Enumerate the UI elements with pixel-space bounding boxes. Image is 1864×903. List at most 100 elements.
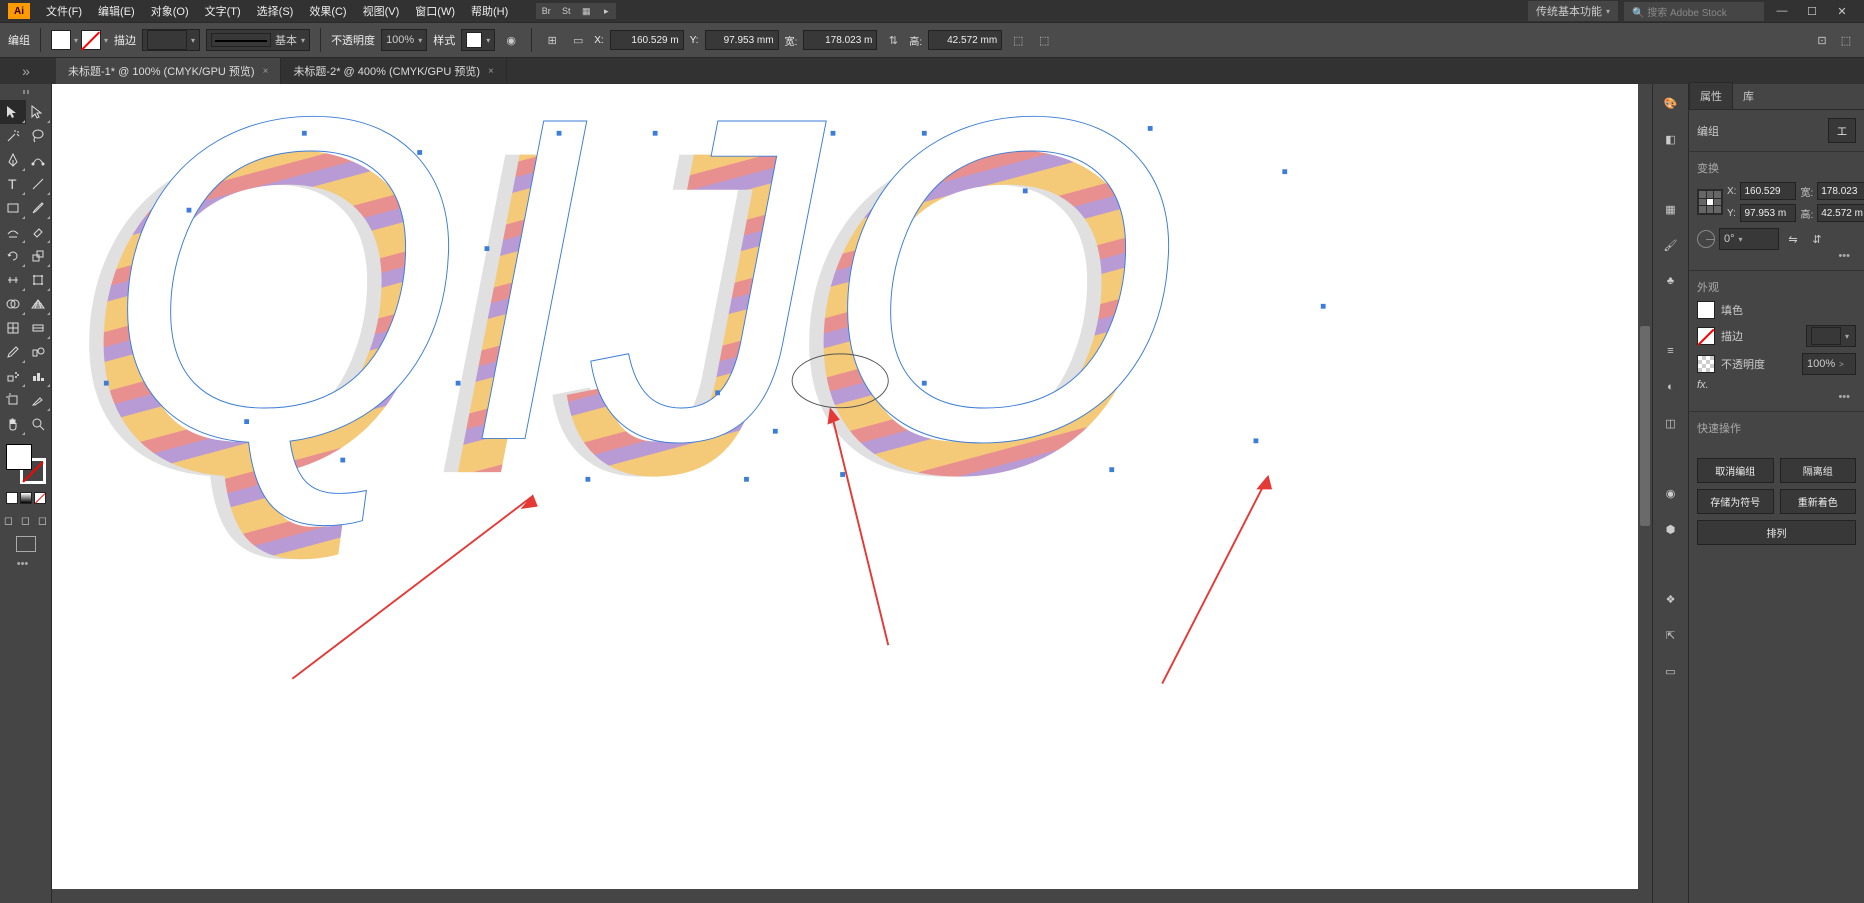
color-guide-panel-icon[interactable]: ◧ bbox=[1660, 128, 1682, 150]
artboards-panel-icon[interactable]: ▭ bbox=[1660, 660, 1682, 682]
stroke-profile-dropdown[interactable]: 基本▾ bbox=[206, 29, 310, 51]
scale-tool[interactable] bbox=[26, 244, 52, 268]
perspective-grid-tool[interactable] bbox=[26, 292, 52, 316]
stroke-panel-icon[interactable]: ≡ bbox=[1660, 340, 1682, 362]
arrange-docs-button[interactable]: ▦ bbox=[576, 3, 596, 19]
draw-inside-icon[interactable]: ◻ bbox=[34, 510, 51, 530]
tabs-chevron-icon[interactable]: » bbox=[22, 63, 30, 79]
menu-view[interactable]: 视图(V) bbox=[355, 0, 408, 22]
scrollbar-thumb[interactable] bbox=[1640, 326, 1650, 526]
menu-type[interactable]: 文字(T) bbox=[197, 0, 249, 22]
recolor-icon[interactable]: ◉ bbox=[501, 30, 521, 50]
close-button[interactable]: ✕ bbox=[1830, 2, 1854, 20]
artboard-tool[interactable] bbox=[0, 388, 26, 412]
shape-mode-icon[interactable]: ⬚ bbox=[1008, 30, 1028, 50]
flip-vertical-icon[interactable]: ⇵ bbox=[1807, 229, 1827, 249]
brushes-panel-icon[interactable]: 🖌 bbox=[1660, 234, 1682, 256]
width-tool[interactable] bbox=[0, 268, 26, 292]
isolate-group-button[interactable]: 隔离组 bbox=[1780, 458, 1857, 483]
minimize-button[interactable]: — bbox=[1770, 2, 1794, 20]
shaper-tool[interactable] bbox=[0, 220, 26, 244]
appearance-panel-icon[interactable]: ◉ bbox=[1660, 482, 1682, 504]
edit-contents-icon[interactable]: ⬚ bbox=[1836, 30, 1856, 50]
graphic-styles-panel-icon[interactable]: ⬢ bbox=[1660, 518, 1682, 540]
h-input[interactable] bbox=[928, 30, 1002, 50]
eyedropper-tool[interactable] bbox=[0, 340, 26, 364]
x-input[interactable] bbox=[610, 30, 684, 50]
magic-wand-tool[interactable] bbox=[0, 124, 26, 148]
opacity-dropdown[interactable]: 100%> bbox=[1802, 353, 1856, 375]
draw-behind-icon[interactable]: ◻ bbox=[17, 510, 34, 530]
search-stock-input[interactable]: 🔍 搜索 Adobe Stock bbox=[1624, 2, 1764, 21]
y-input[interactable] bbox=[705, 30, 779, 50]
pen-tool[interactable] bbox=[0, 148, 26, 172]
chevron-down-icon[interactable]: ▾ bbox=[74, 36, 78, 45]
fill-indicator[interactable] bbox=[6, 444, 32, 470]
transform-icon[interactable]: ▭ bbox=[568, 30, 588, 50]
stroke-weight-dropdown[interactable]: ▾ bbox=[142, 29, 200, 51]
gradient-tool[interactable] bbox=[26, 316, 52, 340]
stock-button[interactable]: St bbox=[556, 3, 576, 19]
align-icon[interactable]: ⊞ bbox=[542, 30, 562, 50]
h-input[interactable] bbox=[1817, 204, 1864, 222]
shape-builder-tool[interactable] bbox=[0, 292, 26, 316]
bridge-button[interactable]: Br bbox=[536, 3, 556, 19]
close-icon[interactable]: × bbox=[263, 66, 269, 77]
w-input[interactable] bbox=[1817, 182, 1864, 200]
workspace-dropdown[interactable]: 传统基本功能 ▾ bbox=[1528, 1, 1618, 21]
type-tool[interactable]: T bbox=[0, 172, 26, 196]
stroke-weight-dropdown[interactable]: ▾ bbox=[1806, 325, 1856, 347]
stroke-swatch[interactable] bbox=[1697, 327, 1715, 345]
column-graph-tool[interactable] bbox=[26, 364, 52, 388]
rotate-dropdown[interactable]: 0°▾ bbox=[1719, 228, 1779, 250]
fx-button[interactable]: fx. bbox=[1697, 379, 1709, 391]
eraser-tool[interactable] bbox=[26, 220, 52, 244]
selection-tool[interactable] bbox=[0, 100, 26, 124]
gradient-panel-icon[interactable]: ◐ bbox=[1660, 376, 1682, 398]
stroke-swatch[interactable] bbox=[81, 30, 101, 50]
transform-panel-button[interactable]: 工 bbox=[1828, 118, 1856, 143]
isolate-icon[interactable]: ⊡ bbox=[1812, 30, 1832, 50]
reference-point-selector[interactable] bbox=[1697, 189, 1723, 215]
asset-export-panel-icon[interactable]: ⇱ bbox=[1660, 624, 1682, 646]
canvas-area[interactable]: QIJO QIJO QIJO bbox=[52, 84, 1652, 903]
transparency-panel-icon[interactable]: ◫ bbox=[1660, 412, 1682, 434]
color-mode-icon[interactable] bbox=[6, 492, 18, 504]
maximize-button[interactable]: ☐ bbox=[1800, 2, 1824, 20]
document-tab[interactable]: 未标题-1* @ 100% (CMYK/GPU 预览) × bbox=[56, 58, 281, 84]
y-input[interactable] bbox=[1740, 204, 1796, 222]
artwork[interactable]: QIJO QIJO QIJO bbox=[52, 84, 1638, 889]
fill-stroke-indicator[interactable] bbox=[6, 444, 46, 484]
symbol-sprayer-tool[interactable] bbox=[0, 364, 26, 388]
x-input[interactable] bbox=[1740, 182, 1796, 200]
edit-toolbar-button[interactable]: ••• bbox=[0, 558, 51, 570]
ungroup-button[interactable]: 取消编组 bbox=[1697, 458, 1774, 483]
symbols-panel-icon[interactable]: ♣ bbox=[1660, 270, 1682, 292]
blend-tool[interactable] bbox=[26, 340, 52, 364]
mesh-tool[interactable] bbox=[0, 316, 26, 340]
rectangle-tool[interactable] bbox=[0, 196, 26, 220]
menu-object[interactable]: 对象(O) bbox=[143, 0, 197, 22]
gradient-mode-icon[interactable] bbox=[20, 492, 32, 504]
shape-mode-icon2[interactable]: ⬚ bbox=[1034, 30, 1054, 50]
zoom-tool[interactable] bbox=[26, 412, 52, 436]
close-icon[interactable]: × bbox=[488, 66, 494, 77]
line-tool[interactable] bbox=[26, 172, 52, 196]
menu-file[interactable]: 文件(F) bbox=[38, 0, 90, 22]
none-mode-icon[interactable] bbox=[34, 492, 46, 504]
recolor-button[interactable]: 重新着色 bbox=[1780, 489, 1857, 514]
more-options-button[interactable]: ••• bbox=[1697, 250, 1856, 262]
vertical-scrollbar[interactable] bbox=[1638, 84, 1652, 889]
menu-select[interactable]: 选择(S) bbox=[249, 0, 302, 22]
direct-selection-tool[interactable] bbox=[26, 100, 52, 124]
libraries-tab[interactable]: 库 bbox=[1733, 83, 1764, 109]
hand-tool[interactable] bbox=[0, 412, 26, 436]
link-wh-icon[interactable]: ⇅ bbox=[883, 30, 903, 50]
more-options-button[interactable]: ••• bbox=[1697, 391, 1856, 403]
fill-swatch[interactable] bbox=[51, 30, 71, 50]
draw-normal-icon[interactable]: ◻ bbox=[0, 510, 17, 530]
menu-edit[interactable]: 编辑(E) bbox=[90, 0, 143, 22]
properties-tab[interactable]: 属性 bbox=[1689, 82, 1733, 109]
slice-tool[interactable] bbox=[26, 388, 52, 412]
opacity-dropdown[interactable]: 100%▾ bbox=[381, 29, 427, 51]
